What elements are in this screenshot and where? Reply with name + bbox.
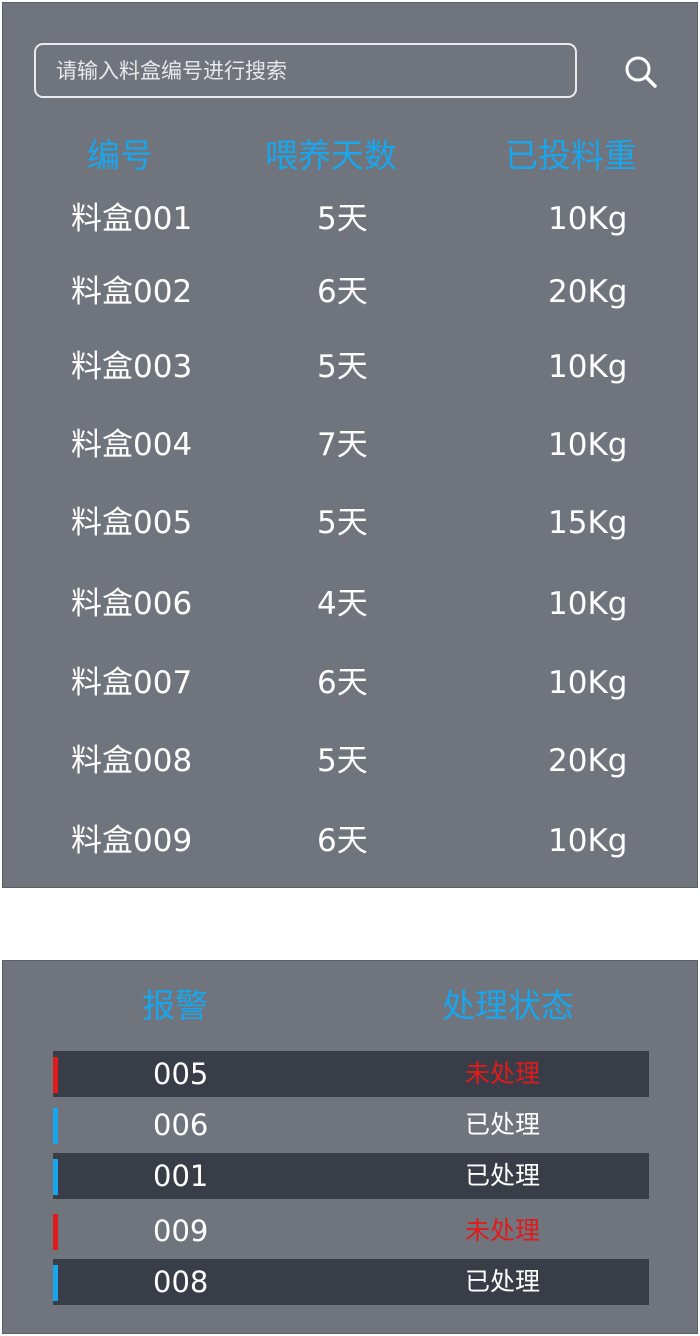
- fed-weight: 20Kg: [548, 274, 628, 310]
- table-row[interactable]: 料盒004 7天 10Kg: [3, 422, 699, 468]
- search-input[interactable]: [56, 45, 556, 96]
- box-id: 料盒009: [71, 823, 193, 859]
- table-row[interactable]: 料盒003 5天 10Kg: [3, 344, 699, 390]
- box-id: 料盒006: [71, 586, 193, 622]
- alarm-panel: 报警 处理状态 005 未处理 006 已处理 001 已处理 009 未处理 …: [2, 960, 698, 1334]
- status-marker: [53, 1265, 58, 1301]
- fed-weight: 10Kg: [548, 586, 628, 622]
- alarm-code: 005: [153, 1057, 209, 1091]
- status-marker: [53, 1214, 58, 1250]
- feed-box-panel: 编号 喂养天数 已投料重 料盒001 5天 10Kg 料盒002 6天 20Kg…: [2, 2, 698, 888]
- box-id: 料盒003: [71, 349, 193, 385]
- status-marker: [53, 1159, 58, 1195]
- feeding-days: 6天: [317, 665, 368, 701]
- header-id: 编号: [87, 136, 153, 175]
- alarm-status: 已处理: [465, 1161, 541, 1190]
- box-id: 料盒002: [71, 274, 193, 310]
- header-fed-weight: 已投料重: [505, 136, 637, 175]
- status-marker: [53, 1057, 58, 1093]
- feeding-days: 4天: [317, 586, 368, 622]
- box-id: 料盒008: [71, 743, 193, 779]
- table-row[interactable]: 料盒008 5天 20Kg: [3, 738, 699, 784]
- table-row[interactable]: 料盒006 4天 10Kg: [3, 581, 699, 627]
- fed-weight: 10Kg: [548, 201, 628, 237]
- alarm-code: 009: [153, 1214, 209, 1248]
- box-id: 料盒004: [71, 427, 193, 463]
- alarm-status: 已处理: [465, 1110, 541, 1139]
- fed-weight: 20Kg: [548, 743, 628, 779]
- table-row[interactable]: 料盒009 6天 10Kg: [3, 818, 699, 864]
- alarm-status: 未处理: [465, 1216, 541, 1245]
- feeding-days: 6天: [317, 823, 368, 859]
- table-row[interactable]: 料盒001 5天 10Kg: [3, 196, 699, 242]
- feeding-days: 7天: [317, 427, 368, 463]
- feeding-days: 6天: [317, 274, 368, 310]
- header-handling-status: 处理状态: [442, 986, 574, 1025]
- alarm-code: 006: [153, 1108, 209, 1142]
- alarm-row[interactable]: 008 已处理: [53, 1259, 649, 1305]
- header-alarm: 报警: [142, 986, 208, 1025]
- alarm-status: 已处理: [465, 1267, 541, 1296]
- alarm-row[interactable]: 009 未处理: [53, 1208, 649, 1254]
- alarm-row[interactable]: 001 已处理: [53, 1153, 649, 1199]
- search-box[interactable]: [34, 43, 577, 98]
- fed-weight: 10Kg: [548, 823, 628, 859]
- table-row[interactable]: 料盒007 6天 10Kg: [3, 660, 699, 706]
- status-marker: [53, 1108, 58, 1144]
- table-row[interactable]: 料盒002 6天 20Kg: [3, 269, 699, 315]
- alarm-row[interactable]: 006 已处理: [53, 1102, 649, 1148]
- alarm-code: 008: [153, 1265, 209, 1299]
- fed-weight: 10Kg: [548, 665, 628, 701]
- box-id: 料盒005: [71, 505, 193, 541]
- box-id: 料盒007: [71, 665, 193, 701]
- alarm-status: 未处理: [465, 1059, 541, 1088]
- feeding-days: 5天: [317, 201, 368, 237]
- fed-weight: 10Kg: [548, 349, 628, 385]
- header-feeding-days: 喂养天数: [265, 136, 397, 175]
- feeding-days: 5天: [317, 505, 368, 541]
- alarm-code: 001: [153, 1159, 209, 1193]
- fed-weight: 10Kg: [548, 427, 628, 463]
- table-row[interactable]: 料盒005 5天 15Kg: [3, 500, 699, 546]
- box-id: 料盒001: [71, 201, 193, 237]
- fed-weight: 15Kg: [548, 505, 628, 541]
- search-icon[interactable]: [621, 53, 661, 93]
- feeding-days: 5天: [317, 349, 368, 385]
- alarm-row[interactable]: 005 未处理: [53, 1051, 649, 1097]
- feeding-days: 5天: [317, 743, 368, 779]
